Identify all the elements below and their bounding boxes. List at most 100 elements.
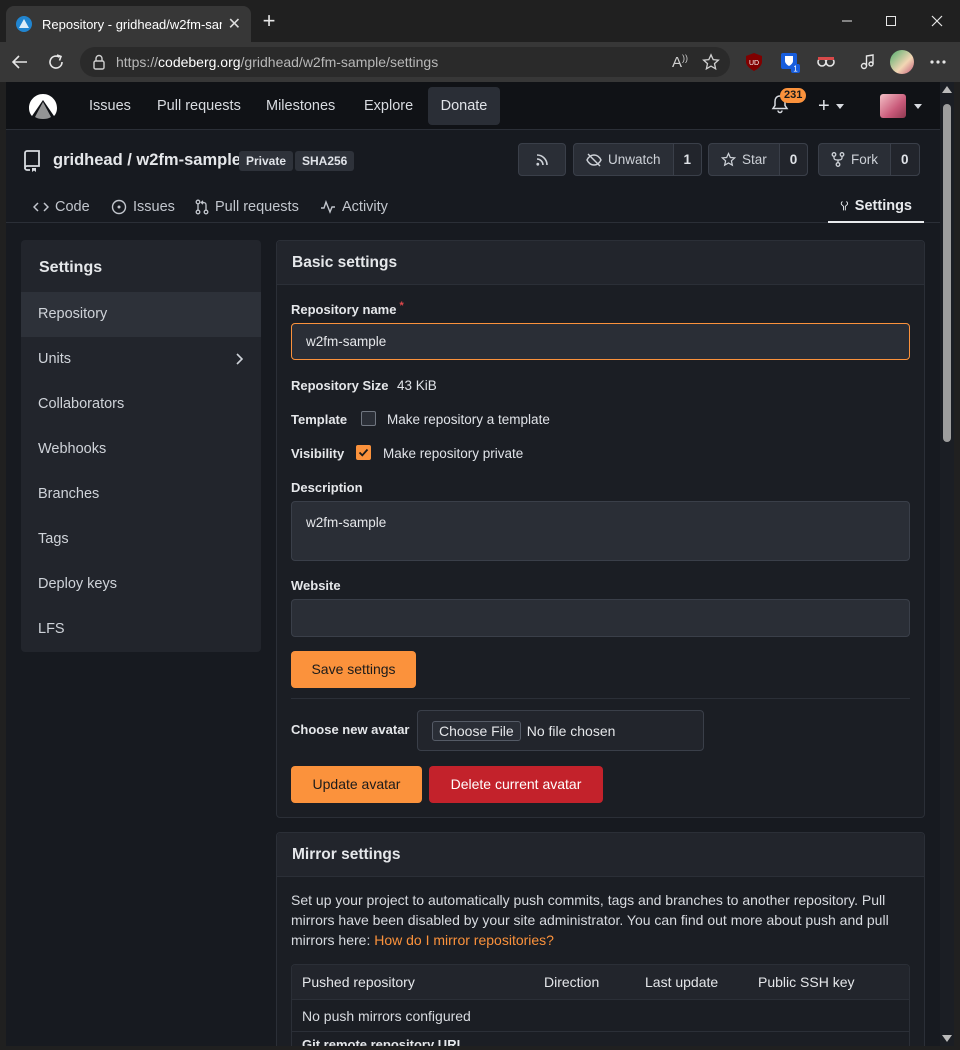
sidebar-item-tags[interactable]: Tags — [21, 517, 261, 562]
favorite-star-icon[interactable] — [702, 53, 720, 71]
chevron-down-icon — [835, 104, 844, 109]
url-prefix: https:// — [116, 54, 159, 70]
scroll-down-icon[interactable] — [942, 1035, 952, 1042]
description-textarea[interactable]: w2fm-sample — [291, 501, 910, 561]
nav-pull-requests[interactable]: Pull requests — [157, 82, 241, 130]
column-last-update: Last update — [645, 974, 719, 990]
avatar-file-input[interactable]: Choose File No file chosen — [417, 710, 704, 751]
read-aloud-icon[interactable]: A)) — [672, 53, 688, 71]
website-input[interactable] — [291, 599, 910, 637]
sidebar-item-repository[interactable]: Repository — [21, 292, 261, 337]
tab-settings[interactable]: Settings — [828, 191, 924, 223]
repo-size-value: 43 KiB — [397, 378, 437, 393]
table-row: No push mirrors configured — [292, 999, 909, 1031]
page-scrollbar[interactable] — [940, 82, 954, 1046]
spy-extension-icon[interactable] — [814, 50, 838, 74]
profile-avatar-icon[interactable] — [890, 50, 914, 74]
save-settings-button[interactable]: Save settings — [291, 651, 416, 688]
column-pushed-repository: Pushed repository — [302, 974, 415, 990]
star-icon — [721, 152, 736, 167]
star-count[interactable]: 0 — [778, 144, 808, 175]
push-mirrors-table: Pushed repository Direction Last update … — [291, 964, 910, 1046]
close-window-icon[interactable] — [914, 10, 960, 32]
template-checkbox[interactable] — [361, 411, 376, 426]
tab-settings-label: Settings — [854, 198, 912, 214]
codeberg-favicon-icon — [16, 16, 32, 32]
scrollbar-thumb[interactable] — [943, 104, 951, 442]
mirror-settings-title: Mirror settings — [277, 833, 924, 877]
tab-close-icon[interactable]: ✕ — [228, 14, 241, 34]
nav-issues[interactable]: Issues — [89, 82, 131, 130]
pull-request-icon — [195, 199, 209, 215]
lock-icon — [93, 54, 105, 70]
reload-icon[interactable] — [44, 50, 68, 74]
column-direction: Direction — [544, 974, 600, 990]
tab-activity[interactable]: Activity — [320, 191, 388, 223]
repo-name-input[interactable]: w2fm-sample — [291, 323, 910, 360]
private-checkbox[interactable] — [356, 445, 371, 460]
template-checkbox-label[interactable]: Make repository a template — [387, 412, 550, 427]
plus-icon: + — [818, 95, 830, 117]
maximize-icon[interactable] — [868, 10, 914, 32]
repo-header: gridhead / w2fm-sample Private SHA256 Un… — [6, 131, 940, 223]
repo-tabs: Code Issues Pull requests Activity Setti… — [6, 191, 940, 223]
unwatch-button[interactable]: Unwatch 1 — [573, 143, 703, 176]
tab-pull-requests-label: Pull requests — [215, 199, 299, 215]
svg-text:1: 1 — [793, 65, 798, 74]
divider — [291, 698, 910, 699]
tab-activity-label: Activity — [342, 199, 388, 215]
private-checkbox-label[interactable]: Make repository private — [383, 446, 523, 461]
choose-file-button[interactable]: Choose File — [432, 720, 521, 741]
template-label: Template — [291, 412, 348, 427]
repo-title[interactable]: gridhead / w2fm-sample — [53, 151, 241, 170]
mirror-help-link[interactable]: How do I mirror repositories? — [374, 932, 554, 948]
sidebar-item-units[interactable]: Units — [21, 337, 261, 382]
eye-slash-icon — [586, 153, 602, 166]
remote-url-label: Git remote repository URL — [292, 1031, 909, 1046]
nav-milestones[interactable]: Milestones — [266, 82, 335, 130]
basic-settings-panel: Basic settings Repository name * w2fm-sam… — [276, 240, 925, 818]
address-bar[interactable]: https://codeberg.org/gridhead/w2fm-sampl… — [80, 47, 730, 77]
svg-text:UD: UD — [749, 60, 759, 67]
codeberg-logo-icon[interactable] — [26, 90, 60, 122]
sha256-badge: SHA256 — [295, 151, 355, 171]
no-file-text: No file chosen — [526, 722, 616, 739]
nav-donate[interactable]: Donate — [428, 87, 500, 125]
sidebar-item-webhooks[interactable]: Webhooks — [21, 427, 261, 472]
media-controls-icon[interactable] — [856, 50, 880, 74]
basic-settings-title: Basic settings — [277, 241, 924, 285]
new-tab-icon[interactable]: + — [258, 10, 280, 32]
ublock-extension-icon[interactable]: UD — [742, 50, 766, 74]
watch-count[interactable]: 1 — [672, 144, 702, 175]
rss-feed-button[interactable] — [518, 143, 566, 176]
tab-code[interactable]: Code — [33, 191, 90, 223]
browser-tab[interactable]: Repository - gridhead/w2fm-sample/settin… — [6, 6, 251, 42]
user-menu-button[interactable] — [880, 94, 922, 118]
scroll-up-icon[interactable] — [942, 86, 952, 93]
create-new-button[interactable]: + — [818, 95, 844, 118]
tab-issues[interactable]: Issues — [111, 191, 175, 223]
sidebar-item-deploy-keys[interactable]: Deploy keys — [21, 562, 261, 607]
sidebar-item-branches[interactable]: Branches — [21, 472, 261, 517]
fork-button[interactable]: Fork 0 — [818, 143, 920, 176]
column-public-ssh-key: Public SSH key — [758, 974, 855, 990]
back-icon[interactable] — [8, 50, 32, 74]
delete-avatar-button[interactable]: Delete current avatar — [429, 766, 603, 803]
update-avatar-button[interactable]: Update avatar — [291, 766, 422, 803]
rss-icon — [536, 153, 548, 166]
private-badge: Private — [239, 151, 294, 171]
sidebar-item-collaborators[interactable]: Collaborators — [21, 382, 261, 427]
star-button[interactable]: Star 0 — [708, 143, 809, 176]
sidebar-item-lfs[interactable]: LFS — [21, 607, 261, 652]
repo-size-label: Repository Size — [291, 378, 389, 393]
fork-icon — [831, 152, 845, 167]
repo-icon — [24, 150, 40, 172]
tab-pull-requests[interactable]: Pull requests — [195, 191, 299, 223]
fork-label: Fork — [851, 152, 878, 167]
bitwarden-extension-icon[interactable]: 1 — [778, 50, 802, 74]
browser-menu-icon[interactable] — [926, 50, 950, 74]
chevron-right-icon — [236, 353, 243, 365]
minimize-icon[interactable] — [824, 10, 870, 32]
nav-explore[interactable]: Explore — [364, 82, 413, 130]
fork-count[interactable]: 0 — [890, 144, 919, 175]
